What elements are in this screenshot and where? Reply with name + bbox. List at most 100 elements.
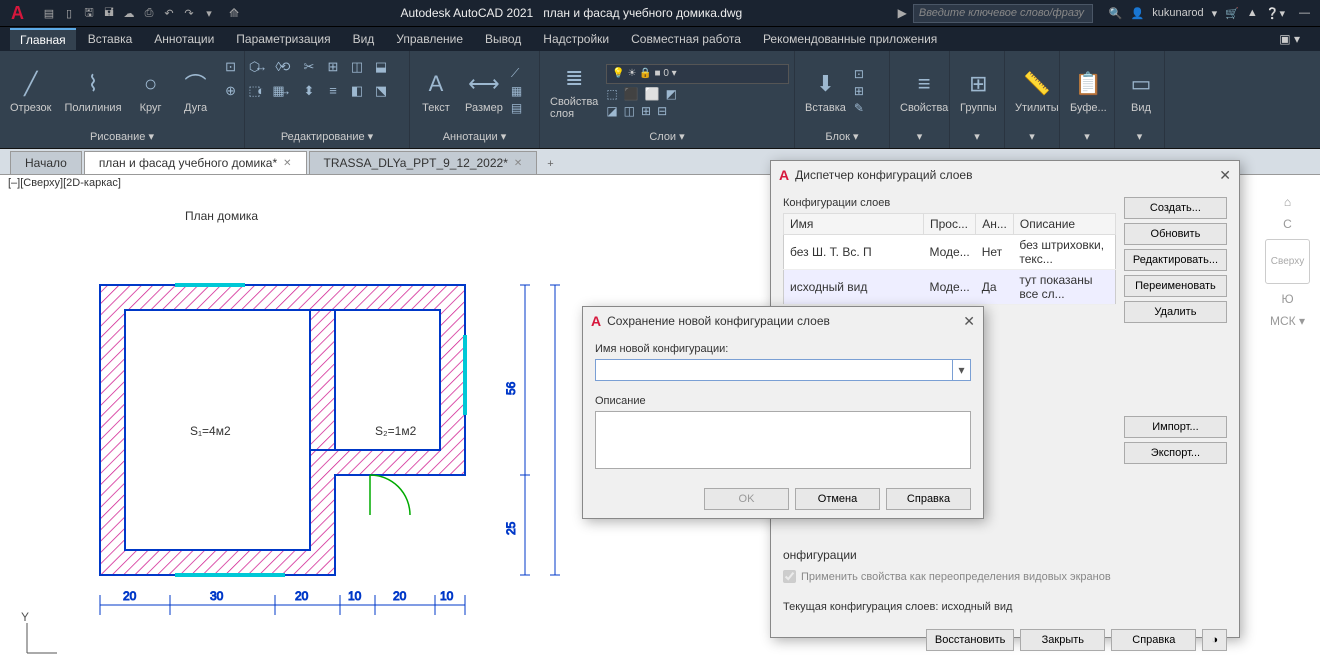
circle-button[interactable]: ○Круг bbox=[130, 65, 172, 117]
dialog-side-buttons: Создать... Обновить Редактировать... Пер… bbox=[1124, 197, 1227, 613]
tab-output[interactable]: Вывод bbox=[475, 29, 531, 49]
qat-dropdown-icon[interactable]: ▾ bbox=[200, 4, 218, 22]
tab-insert[interactable]: Вставка bbox=[78, 29, 143, 49]
apps-icon[interactable]: ▲ bbox=[1247, 7, 1258, 19]
panel-annot-label[interactable]: Аннотации ▾ bbox=[413, 128, 536, 146]
import-button[interactable]: Импорт... bbox=[1124, 416, 1227, 438]
compass-icon[interactable]: Ю bbox=[1281, 292, 1293, 306]
config-table[interactable]: Имя Прос... Ан... Описание без Ш. Т. Вс.… bbox=[783, 213, 1116, 305]
help-icon[interactable]: ❔▾ bbox=[1266, 7, 1285, 20]
new-tab-button[interactable]: + bbox=[539, 154, 561, 174]
autocad-icon: A bbox=[779, 167, 789, 183]
restore-button[interactable]: Восстановить bbox=[926, 629, 1014, 651]
user-icon[interactable]: 👤 bbox=[1131, 7, 1145, 20]
save-icon[interactable]: 🖫 bbox=[80, 4, 98, 22]
tab-recommended[interactable]: Рекомендованные приложения bbox=[753, 29, 947, 49]
dropdown-icon[interactable]: ▾ bbox=[953, 359, 971, 381]
cancel-button[interactable]: Отмена bbox=[795, 488, 880, 510]
layer-controls[interactable]: 💡 ☀ 🔒 ■ 0 ▾ ⬚⬛⬜◩ ◪◫⊞⊟ bbox=[606, 64, 789, 118]
save-layer-state-dialog: A Сохранение новой конфигурации слоев ✕ … bbox=[582, 306, 984, 519]
tab-start[interactable]: Начало bbox=[10, 151, 82, 174]
viewcube[interactable]: Сверху bbox=[1265, 239, 1310, 284]
text-button[interactable]: AТекст bbox=[415, 65, 457, 117]
modify-tools[interactable]: ↔⟲✂⊞◫⬓◐→⬍≡◧⬔ bbox=[250, 56, 392, 126]
cloud-icon[interactable]: ☁ bbox=[120, 4, 138, 22]
layerprops-button[interactable]: ≣Свойства слоя bbox=[545, 59, 603, 123]
area-s2: S₂=1м2 bbox=[375, 424, 417, 438]
rename-button[interactable]: Переименовать bbox=[1124, 275, 1227, 297]
utilities-button[interactable]: 📏Утилиты bbox=[1010, 65, 1064, 117]
properties-button[interactable]: ≡Свойства bbox=[895, 65, 953, 117]
tab-home[interactable]: Главная bbox=[10, 28, 76, 50]
view-button[interactable]: ▭Вид bbox=[1120, 65, 1162, 117]
quick-access-toolbar: ▤ ▯ 🖫 🖬 ☁ ⎙ ↶ ↷ ▾ bbox=[35, 4, 223, 22]
tab-annotate[interactable]: Аннотации bbox=[144, 29, 224, 49]
redo-icon[interactable]: ↷ bbox=[180, 4, 198, 22]
tab-addins[interactable]: Надстройки bbox=[533, 29, 619, 49]
edit-button[interactable]: Редактировать... bbox=[1124, 249, 1227, 271]
config-desc-input[interactable] bbox=[595, 411, 971, 469]
panel-modify-label[interactable]: Редактирование ▾ bbox=[248, 128, 406, 146]
plot-icon[interactable]: ⎙ bbox=[140, 4, 158, 22]
new-icon[interactable]: ▤ bbox=[40, 4, 58, 22]
dimension-button[interactable]: ⟷Размер bbox=[460, 65, 508, 117]
groups-button[interactable]: ⊞Группы bbox=[955, 65, 1002, 117]
table-row[interactable]: исходный видМоде...Датут показаны все сл… bbox=[784, 270, 1116, 305]
vp-override-check: Применить свойства как переопределения в… bbox=[783, 570, 1116, 583]
arc-button[interactable]: ⌒Дуга bbox=[175, 65, 217, 117]
search-go-icon[interactable]: ▶ bbox=[898, 6, 907, 20]
insert-button[interactable]: ⬇Вставка bbox=[800, 65, 851, 117]
table-row[interactable]: без Ш. Т. Вс. ПМоде...Нетбез штриховки, … bbox=[784, 235, 1116, 270]
expand-button[interactable]: ◑ bbox=[1202, 629, 1227, 651]
dim-56: 56 bbox=[504, 381, 518, 395]
panel-draw-label[interactable]: Рисование ▾ bbox=[3, 128, 241, 146]
saveas-icon[interactable]: 🖬 bbox=[100, 4, 118, 22]
area-s1: S₁=4м2 bbox=[190, 424, 231, 438]
search-input[interactable]: Введите ключевое слово/фразу bbox=[913, 4, 1093, 23]
help-button[interactable]: Справка bbox=[886, 488, 971, 510]
minimize-icon[interactable]: — bbox=[1299, 7, 1310, 19]
svg-text:20: 20 bbox=[123, 589, 137, 603]
create-button[interactable]: Создать... bbox=[1124, 197, 1227, 219]
tab-param[interactable]: Параметризация bbox=[226, 29, 340, 49]
wcs-label[interactable]: МСК ▾ bbox=[1270, 314, 1305, 328]
polyline-button[interactable]: ⌇Полилиния bbox=[59, 65, 126, 117]
config-name-input[interactable] bbox=[595, 359, 953, 381]
app-logo[interactable]: A bbox=[0, 0, 35, 27]
tab-manage[interactable]: Управление bbox=[386, 29, 473, 49]
close-button[interactable]: Закрыть bbox=[1020, 629, 1105, 651]
block-small[interactable]: ⊡⊞✎ bbox=[854, 67, 864, 115]
line-button[interactable]: ╱Отрезок bbox=[5, 65, 56, 117]
home-icon[interactable]: ⌂ bbox=[1284, 195, 1291, 209]
username-label[interactable]: kukunarod bbox=[1152, 7, 1203, 19]
close-icon[interactable]: ✕ bbox=[1219, 167, 1231, 184]
close-icon[interactable]: ✕ bbox=[514, 158, 522, 169]
panel-layers-label[interactable]: Слои ▾ bbox=[543, 128, 791, 146]
svg-text:10: 10 bbox=[440, 589, 454, 603]
clipboard-button[interactable]: 📋Буфе... bbox=[1065, 65, 1112, 117]
dropdown-icon[interactable]: ▾ bbox=[1212, 7, 1218, 20]
delete-button[interactable]: Удалить bbox=[1124, 301, 1227, 323]
signin-icon[interactable]: 🔍 bbox=[1109, 7, 1123, 20]
open-icon[interactable]: ▯ bbox=[60, 4, 78, 22]
vp-checkbox bbox=[783, 570, 796, 583]
dialog-titlebar[interactable]: A Диспетчер конфигураций слоев ✕ bbox=[771, 161, 1239, 189]
undo-icon[interactable]: ↶ bbox=[160, 4, 178, 22]
help-button[interactable]: Справка bbox=[1111, 629, 1196, 651]
dialog-titlebar[interactable]: A Сохранение новой конфигурации слоев ✕ bbox=[583, 307, 983, 335]
tab-file-2[interactable]: TRASSA_DLYa_PPT_9_12_2022*✕ bbox=[309, 151, 538, 174]
tab-view[interactable]: Вид bbox=[343, 29, 385, 49]
annot-small[interactable]: ⟋▦▤ bbox=[511, 66, 522, 115]
export-button[interactable]: Экспорт... bbox=[1124, 442, 1227, 464]
close-icon[interactable]: ✕ bbox=[283, 158, 291, 169]
tab-file-1[interactable]: план и фасад учебного домика*✕ bbox=[84, 151, 307, 174]
cart-icon[interactable]: 🛒 bbox=[1225, 7, 1239, 20]
tab-collab[interactable]: Совместная работа bbox=[621, 29, 751, 49]
update-button[interactable]: Обновить bbox=[1124, 223, 1227, 245]
close-icon[interactable]: ✕ bbox=[963, 313, 975, 330]
panel-block-label[interactable]: Блок ▾ bbox=[798, 128, 886, 146]
svg-text:Y: Y bbox=[21, 610, 29, 624]
svg-text:30: 30 bbox=[210, 589, 224, 603]
tab-expand[interactable]: ▣ ▾ bbox=[1269, 29, 1310, 49]
share-icon[interactable]: ⟰ bbox=[229, 6, 239, 20]
